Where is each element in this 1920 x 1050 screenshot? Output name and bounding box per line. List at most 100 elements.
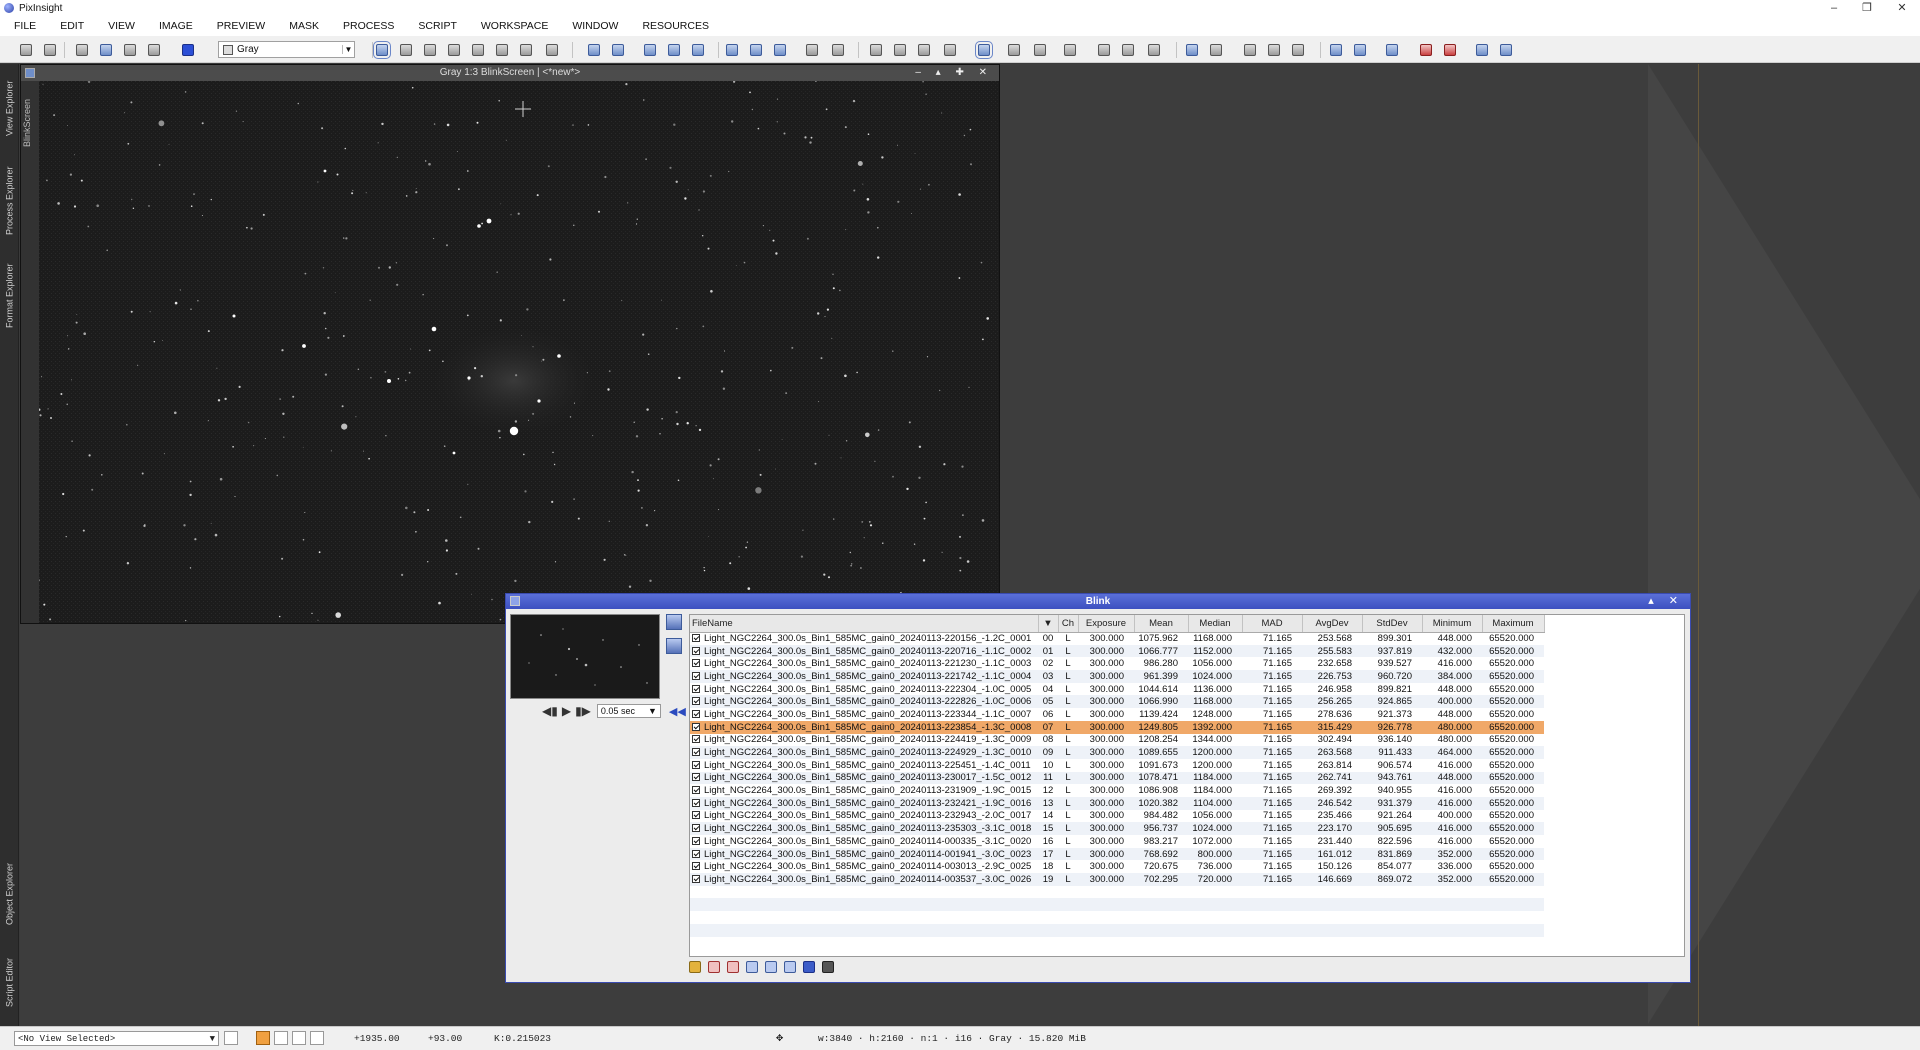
zoom-fit-icon[interactable] — [668, 44, 680, 56]
menu-view[interactable]: VIEW — [108, 20, 135, 32]
workspace-4-icon[interactable] — [1420, 44, 1432, 56]
table-row[interactable]: Light_NGC2264_300.0s_Bin1_585MC_gain0_20… — [690, 670, 1544, 683]
blink-dialog[interactable]: Blink ▴ ✕ ◀▮ ▶ ▮▶ 0.05 sec ▼ ◀◀ FileName… — [505, 593, 1691, 983]
statistics-icon[interactable] — [803, 961, 815, 973]
stf-3-icon[interactable] — [918, 44, 930, 56]
open-file-icon[interactable] — [76, 44, 88, 56]
blink-file-table[interactable]: FileName ▼ Ch Exposure Mean Median MAD A… — [689, 614, 1685, 957]
frame-enabled-checkbox[interactable] — [692, 849, 700, 858]
explorer-2-icon[interactable] — [1210, 44, 1222, 56]
pan-mode-icon[interactable] — [448, 44, 460, 56]
tab-blinkscreen[interactable]: BlinkScreen — [22, 99, 38, 147]
frame-enabled-checkbox[interactable] — [692, 836, 700, 845]
stf-4-icon[interactable] — [944, 44, 956, 56]
save-icon[interactable] — [124, 44, 136, 56]
frame-enabled-checkbox[interactable] — [692, 824, 700, 833]
menu-image[interactable]: IMAGE — [159, 20, 193, 32]
histogram-stretch-icon[interactable] — [666, 614, 682, 630]
star-field-image[interactable] — [39, 81, 999, 623]
rewind-icon[interactable]: ◀◀ — [669, 705, 686, 718]
menu-resources[interactable]: RESOURCES — [642, 20, 709, 32]
workspace-5-icon[interactable] — [1444, 44, 1456, 56]
table-row[interactable]: Light_NGC2264_300.0s_Bin1_585MC_gain0_20… — [690, 796, 1544, 810]
frame-enabled-checkbox[interactable] — [692, 786, 700, 795]
view-selector-combo[interactable]: Gray ▼ — [218, 41, 355, 58]
col-avgdev[interactable]: AvgDev — [1302, 615, 1363, 633]
previous-frame-icon[interactable]: ◀▮ — [542, 704, 558, 718]
filename-cell[interactable]: Light_NGC2264_300.0s_Bin1_585MC_gain0_20… — [690, 632, 1038, 645]
close-file-icon[interactable] — [708, 961, 720, 973]
filename-cell[interactable]: Light_NGC2264_300.0s_Bin1_585MC_gain0_20… — [690, 644, 1038, 658]
tab-object-explorer[interactable]: Object Explorer — [1, 854, 18, 934]
zoom-1-1-icon[interactable] — [644, 44, 656, 56]
filename-cell[interactable]: Light_NGC2264_300.0s_Bin1_585MC_gain0_20… — [690, 822, 1038, 835]
status-view-selector[interactable]: <No View Selected> ▼ — [14, 1031, 219, 1046]
workspace-7-icon[interactable] — [1500, 44, 1512, 56]
table-row[interactable]: Light_NGC2264_300.0s_Bin1_585MC_gain0_20… — [690, 873, 1544, 886]
open-folder-icon[interactable] — [689, 961, 701, 973]
display-function-icon[interactable] — [1064, 44, 1076, 56]
frame-enabled-checkbox[interactable] — [692, 760, 700, 769]
table-row[interactable]: Light_NGC2264_300.0s_Bin1_585MC_gain0_20… — [690, 632, 1544, 645]
minimize-window-button[interactable]: – — [1820, 0, 1848, 16]
frame-enabled-checkbox[interactable] — [692, 684, 700, 693]
zoom-mode-icon[interactable] — [424, 44, 436, 56]
filename-cell[interactable]: Light_NGC2264_300.0s_Bin1_585MC_gain0_20… — [690, 746, 1038, 759]
table-row[interactable]: Light_NGC2264_300.0s_Bin1_585MC_gain0_20… — [690, 835, 1544, 848]
apply-stf-icon[interactable] — [666, 638, 682, 654]
table-row[interactable]: Light_NGC2264_300.0s_Bin1_585MC_gain0_20… — [690, 657, 1544, 670]
close-window-button[interactable]: ✕ — [1888, 0, 1916, 16]
col-filename[interactable]: FileName — [690, 615, 1039, 633]
readout-mode-4-button[interactable] — [310, 1031, 324, 1045]
close-all-icon[interactable] — [727, 961, 739, 973]
screen-transfer-icon[interactable] — [975, 41, 993, 59]
tab-format-explorer[interactable]: Format Explorer — [1, 252, 18, 340]
image-window[interactable]: Gray 1:3 BlinkScreen | <*new*> – ▴ ✚ ✕ B… — [20, 64, 1000, 624]
frame-enabled-checkbox[interactable] — [692, 811, 700, 820]
workspace-6-icon[interactable] — [1476, 44, 1488, 56]
filename-cell[interactable]: Light_NGC2264_300.0s_Bin1_585MC_gain0_20… — [690, 771, 1038, 785]
table-row[interactable]: Light_NGC2264_300.0s_Bin1_585MC_gain0_20… — [690, 784, 1544, 797]
preview-2-icon[interactable] — [750, 44, 762, 56]
table-row[interactable]: Light_NGC2264_300.0s_Bin1_585MC_gain0_20… — [690, 644, 1544, 658]
track-view-icon[interactable] — [1008, 44, 1020, 56]
filename-cell[interactable]: Light_NGC2264_300.0s_Bin1_585MC_gain0_20… — [690, 796, 1038, 810]
col-exposure[interactable]: Exposure — [1078, 615, 1135, 633]
frame-enabled-checkbox[interactable] — [692, 646, 700, 655]
filename-cell[interactable]: Light_NGC2264_300.0s_Bin1_585MC_gain0_20… — [690, 860, 1038, 873]
frame-enabled-checkbox[interactable] — [692, 671, 700, 680]
undo-icon[interactable] — [20, 44, 32, 56]
table-row[interactable]: Light_NGC2264_300.0s_Bin1_585MC_gain0_20… — [690, 847, 1544, 861]
frame-enabled-checkbox[interactable] — [692, 748, 700, 757]
pointer-icon[interactable] — [546, 44, 558, 56]
frame-enabled-checkbox[interactable] — [692, 773, 700, 782]
col-ch[interactable]: Ch — [1058, 615, 1079, 633]
table-row[interactable]: Light_NGC2264_300.0s_Bin1_585MC_gain0_20… — [690, 810, 1544, 823]
view-list-button[interactable] — [224, 1031, 238, 1045]
col-mad[interactable]: MAD — [1242, 615, 1303, 633]
readout-mode-button[interactable] — [256, 1031, 270, 1045]
mask-invert-icon[interactable] — [1122, 44, 1134, 56]
filename-cell[interactable]: Light_NGC2264_300.0s_Bin1_585MC_gain0_20… — [690, 847, 1038, 861]
layout-2-icon[interactable] — [1268, 44, 1280, 56]
track-view-2-icon[interactable] — [1034, 44, 1046, 56]
stf-2-icon[interactable] — [894, 44, 906, 56]
col-sort[interactable]: ▼ — [1038, 615, 1059, 633]
mask-2-icon[interactable] — [832, 44, 844, 56]
col-stddev[interactable]: StdDev — [1362, 615, 1423, 633]
preview-icon[interactable] — [726, 44, 738, 56]
frame-enabled-checkbox[interactable] — [692, 874, 700, 883]
table-row[interactable]: Light_NGC2264_300.0s_Bin1_585MC_gain0_20… — [690, 860, 1544, 873]
new-preview-icon[interactable] — [496, 44, 508, 56]
filename-cell[interactable]: Light_NGC2264_300.0s_Bin1_585MC_gain0_20… — [690, 759, 1038, 772]
image-window-titlebar[interactable]: Gray 1:3 BlinkScreen | <*new*> – ▴ ✚ ✕ — [21, 65, 999, 81]
frame-enabled-checkbox[interactable] — [692, 697, 700, 706]
readout-mode-icon[interactable] — [373, 41, 391, 59]
frame-enabled-checkbox[interactable] — [692, 659, 700, 668]
table-row[interactable]: Light_NGC2264_300.0s_Bin1_585MC_gain0_20… — [690, 734, 1544, 747]
tab-script-editor[interactable]: Script Editor — [1, 942, 18, 1022]
mask-enable-icon[interactable] — [1148, 44, 1160, 56]
col-minimum[interactable]: Minimum — [1422, 615, 1483, 633]
zoom-out-icon[interactable] — [612, 44, 624, 56]
layout-3-icon[interactable] — [1292, 44, 1304, 56]
